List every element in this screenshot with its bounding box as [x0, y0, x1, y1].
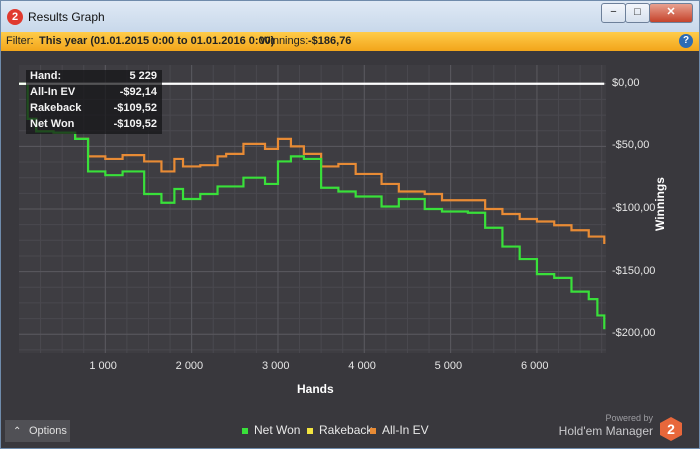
y-axis-title: Winnings [653, 177, 667, 231]
x-tick-label: 3 000 [261, 360, 290, 372]
legend-all-in-ev-label: All-In EV [382, 423, 429, 437]
tooltip-row-rakeback: Rakeback -$109,52 [30, 102, 160, 118]
legend-all-in-ev-swatch [370, 427, 376, 434]
options-button[interactable]: ⌃ Options [5, 420, 70, 442]
y-tick-label: -$50,00 [612, 139, 650, 152]
y-tick-label: -$150,00 [612, 264, 656, 277]
x-tick-label: 5 000 [434, 360, 463, 372]
x-tick-label: 4 000 [348, 360, 376, 372]
tooltip-row-net-won: Net Won -$109,52 [30, 118, 160, 134]
legend-net-won-swatch [242, 427, 248, 434]
tooltip-row-hand: Hand: 5 229 [30, 70, 160, 86]
y-tick-label: $0,00 [612, 76, 640, 89]
x-axis-title: Hands [297, 382, 334, 396]
legend-net-won[interactable]: Net Won [242, 423, 300, 437]
tooltip-row-all-in-ev: All-In EV -$92,14 [30, 86, 160, 102]
legend-rakeback-swatch [307, 427, 313, 434]
tooltip-rakeback-label: Rakeback [30, 102, 82, 114]
powered-by-text: Powered by [605, 413, 653, 423]
tooltip-hand-value: 5 229 [129, 70, 157, 82]
chevron-up-icon: ⌃ [13, 426, 22, 437]
y-tick-label: -$100,00 [612, 202, 656, 214]
hover-tooltip: Hand: 5 229 All-In EV -$92,14 Rakeback -… [26, 70, 162, 134]
legend-rakeback[interactable]: Rakeback [307, 423, 372, 437]
tooltip-hand-label: Hand: [30, 70, 62, 82]
x-tick-label: 6 000 [520, 360, 549, 372]
x-tick-label: 2 000 [175, 360, 204, 372]
tooltip-net-won-label: Net Won [30, 118, 75, 130]
tooltip-rakeback-value: -$109,52 [113, 102, 157, 114]
legend-rakeback-label: Rakeback [319, 423, 373, 437]
tooltip-all-in-ev-label: All-In EV [30, 86, 76, 98]
legend-all-in-ev[interactable]: All-In EV [370, 423, 429, 437]
tooltip-net-won-value: -$109,52 [113, 118, 157, 130]
options-label: Options [29, 425, 67, 437]
y-tick-label: -$200,00 [612, 327, 656, 340]
legend-net-won-label: Net Won [254, 423, 301, 437]
results-graph-window: 2 Results Graph − □ ✕ Filter: This year … [0, 0, 700, 449]
results-chart[interactable] [1, 1, 699, 448]
tooltip-all-in-ev-value: -$92,14 [119, 86, 157, 98]
x-tick-label: 1 000 [89, 360, 117, 372]
brand-name: Hold'em Manager [558, 424, 653, 438]
